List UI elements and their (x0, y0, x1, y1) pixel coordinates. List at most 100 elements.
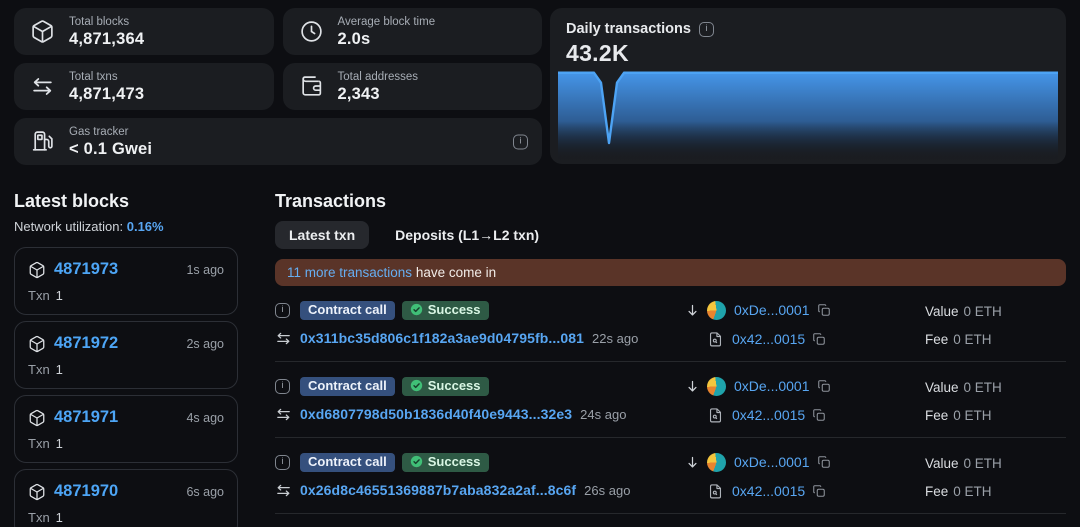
block-age: 6s ago (186, 485, 224, 499)
contract-icon (707, 407, 724, 424)
chart-current-value: 43.2K (550, 37, 1066, 71)
from-address-link[interactable]: 0xDe...0001 (734, 378, 810, 394)
stat-card-total-blocks: Total blocks 4,871,364 (14, 8, 274, 55)
value-label: Value (925, 304, 959, 319)
to-address-link[interactable]: 0x42...0015 (732, 407, 805, 423)
latest-blocks-title: Latest blocks (14, 190, 238, 212)
block-txn-count: Txn1 (28, 510, 224, 525)
transactions-icon (30, 74, 55, 99)
info-icon[interactable]: i (699, 22, 714, 37)
copy-icon[interactable] (812, 484, 826, 498)
avatar (707, 453, 726, 472)
daily-transactions-chart[interactable] (550, 71, 1066, 164)
contract-icon (707, 331, 724, 348)
to-address-link[interactable]: 0x42...0015 (732, 483, 805, 499)
transaction-row: i Contract call Success 0xd6807798d50b18… (275, 362, 1066, 438)
block-card: 4871972 2s ago Txn1 (14, 321, 238, 389)
tx-status-badge: Success (402, 453, 489, 472)
stat-value: < 0.1 Gwei (69, 139, 152, 159)
fee-label: Fee (925, 332, 948, 347)
tab-latest-txn[interactable]: Latest txn (275, 221, 369, 249)
block-number-link[interactable]: 4871971 (54, 408, 118, 427)
transaction-row: i Contract call Success 0xDe (275, 514, 1066, 527)
transaction-icon (275, 330, 292, 347)
stats-grid: Total blocks 4,871,364 Average block tim… (14, 8, 542, 165)
avatar (707, 301, 726, 320)
transaction-icon (275, 482, 292, 499)
fee-amount: 0 ETH (953, 332, 991, 347)
tx-age: 24s ago (580, 407, 626, 422)
info-icon[interactable]: i (275, 379, 290, 394)
check-circle-icon (410, 379, 423, 392)
info-icon[interactable]: i (513, 134, 528, 149)
network-utilization: Network utilization: 0.16% (14, 219, 238, 234)
fee-label: Fee (925, 408, 948, 423)
copy-icon[interactable] (812, 332, 826, 346)
tx-age: 22s ago (592, 331, 638, 346)
block-age: 2s ago (186, 337, 224, 351)
transactions-tabs: Latest txn Deposits (L1→L2 txn) (275, 221, 1066, 249)
transaction-icon (275, 406, 292, 423)
block-icon (28, 261, 46, 279)
block-number-link[interactable]: 4871972 (54, 334, 118, 353)
stat-label: Average block time (338, 15, 436, 29)
new-transactions-alert: 11 more transactions have come in (275, 259, 1066, 286)
info-icon[interactable]: i (275, 303, 290, 318)
to-address-link[interactable]: 0x42...0015 (732, 331, 805, 347)
copy-icon[interactable] (817, 379, 831, 393)
block-icon (30, 19, 55, 44)
value-amount: 0 ETH (964, 304, 1002, 319)
stat-value: 2,343 (338, 84, 419, 104)
stat-label: Total addresses (338, 70, 419, 84)
latest-blocks-section: Latest blocks Network utilization: 0.16%… (14, 190, 238, 527)
value-amount: 0 ETH (964, 380, 1002, 395)
block-icon (28, 409, 46, 427)
fee-amount: 0 ETH (953, 408, 991, 423)
stat-label: Total txns (69, 70, 144, 84)
gas-pump-icon (30, 129, 55, 154)
check-circle-icon (410, 303, 423, 316)
block-number-link[interactable]: 4871970 (54, 482, 118, 501)
stat-value: 2.0s (338, 29, 436, 49)
stat-card-gas-tracker: Gas tracker < 0.1 Gwei i (14, 118, 542, 165)
tx-status-badge: Success (402, 301, 489, 320)
new-transactions-link[interactable]: 11 more transactions (287, 265, 412, 280)
stat-card-average-block-time: Average block time 2.0s (283, 8, 543, 55)
tx-type-badge: Contract call (300, 301, 395, 320)
tab-deposits[interactable]: Deposits (L1→L2 txn) (381, 221, 553, 249)
tx-age: 26s ago (584, 483, 630, 498)
copy-icon[interactable] (817, 303, 831, 317)
arrow-down-icon (685, 455, 700, 470)
tx-type-badge: Contract call (300, 453, 395, 472)
check-circle-icon (410, 455, 423, 468)
daily-transactions-card: Daily transactions i 43.2K (550, 8, 1066, 164)
network-utilization-value: 0.16% (127, 219, 164, 234)
stat-label: Total blocks (69, 15, 144, 29)
clock-icon (299, 19, 324, 44)
stat-card-total-addresses: Total addresses 2,343 (283, 63, 543, 110)
block-icon (28, 335, 46, 353)
from-address-link[interactable]: 0xDe...0001 (734, 302, 810, 318)
block-icon (28, 483, 46, 501)
stat-value: 4,871,364 (69, 29, 144, 49)
tx-hash-link[interactable]: 0x26d8c46551369887b7aba832a2af...8c6f (300, 482, 576, 498)
block-age: 4s ago (186, 411, 224, 425)
wallet-icon (299, 74, 324, 99)
tx-hash-link[interactable]: 0xd6807798d50b1836d40f40e9443...32e3 (300, 406, 572, 422)
stat-label: Gas tracker (69, 125, 152, 139)
block-txn-count: Txn1 (28, 436, 224, 451)
value-label: Value (925, 456, 959, 471)
block-card: 4871973 1s ago Txn1 (14, 247, 238, 315)
block-card: 4871971 4s ago Txn1 (14, 395, 238, 463)
top-stats-section: Total blocks 4,871,364 Average block tim… (0, 0, 1080, 165)
transactions-title: Transactions (275, 190, 1066, 212)
copy-icon[interactable] (817, 455, 831, 469)
copy-icon[interactable] (812, 408, 826, 422)
block-card: 4871970 6s ago Txn1 (14, 469, 238, 527)
tx-hash-link[interactable]: 0x311bc35d806c1f182a3ae9d04795fb...081 (300, 330, 584, 346)
info-icon[interactable]: i (275, 455, 290, 470)
from-address-link[interactable]: 0xDe...0001 (734, 454, 810, 470)
arrow-down-icon (685, 379, 700, 394)
fee-amount: 0 ETH (953, 484, 991, 499)
block-number-link[interactable]: 4871973 (54, 260, 118, 279)
